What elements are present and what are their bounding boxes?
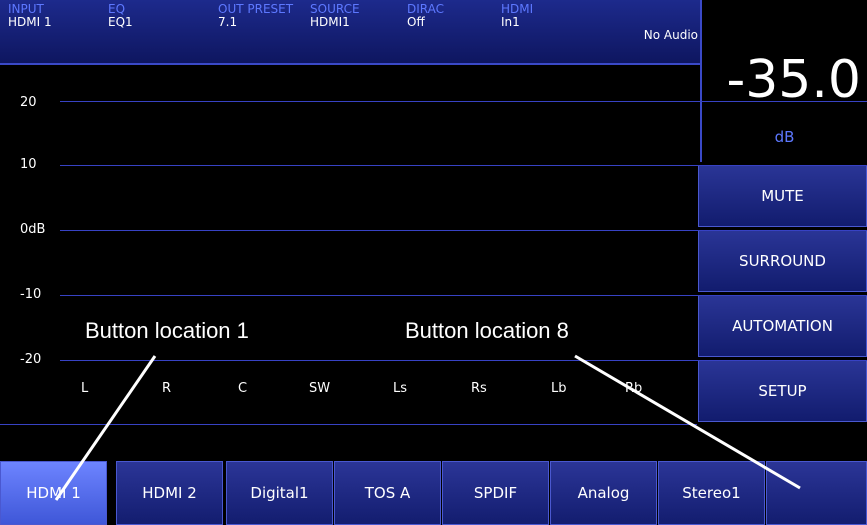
meter-gridline <box>60 165 867 166</box>
status-dirac-value: Off <box>407 15 425 29</box>
meter-scale-10: 10 <box>20 157 37 172</box>
automation-button[interactable]: AUTOMATION <box>698 295 867 357</box>
channel-label-l: L <box>81 381 89 396</box>
meter-gridline <box>60 295 867 296</box>
channel-label-ls: Ls <box>393 381 408 396</box>
status-dirac: DIRAC Off <box>407 3 444 29</box>
setup-button[interactable]: SETUP <box>698 360 867 422</box>
input-tab-stereo1[interactable]: Stereo1 <box>658 461 765 525</box>
volume-unit: dB <box>774 128 795 146</box>
status-input-value: HDMI 1 <box>8 15 52 29</box>
meter-scale-20: 20 <box>20 95 37 110</box>
callout-button-location-1: Button location 1 <box>85 318 249 343</box>
callout-button-location-8: Button location 8 <box>405 318 569 343</box>
status-bar: INPUT HDMI 1 EQ EQ1 OUT PRESET 7.1 SOURC… <box>0 0 706 65</box>
status-eq-value: EQ1 <box>108 15 133 29</box>
channel-label-rs: Rs <box>471 381 487 396</box>
status-hdmi: HDMI In1 <box>501 3 533 29</box>
volume-display: -35.0 dB <box>700 0 867 162</box>
input-tab-empty-8[interactable] <box>766 461 867 525</box>
input-tab-hdmi1[interactable]: HDMI 1 <box>0 461 107 525</box>
status-source-value: HDMI1 <box>310 15 350 29</box>
input-tab-digital1[interactable]: Digital1 <box>226 461 333 525</box>
input-tab-tos-a[interactable]: TOS A <box>334 461 441 525</box>
channel-label-r: R <box>162 381 172 396</box>
input-tab-analog[interactable]: Analog <box>550 461 657 525</box>
meter-gridline <box>60 360 867 361</box>
status-out-value: 7.1 <box>218 15 238 29</box>
mute-button[interactable]: MUTE <box>698 165 867 227</box>
channel-label-rb: Rb <box>625 381 643 396</box>
audio-status: No Audio <box>643 28 698 42</box>
meter-gridline <box>60 230 867 231</box>
meter-scale-minus20: -20 <box>20 352 42 367</box>
volume-value: -35.0 <box>726 50 861 110</box>
meter-bottom-divider <box>0 424 697 425</box>
meter-scale-0db: 0dB <box>20 222 46 237</box>
meter-scale-minus10: -10 <box>20 287 42 302</box>
status-eq: EQ EQ1 <box>108 3 133 29</box>
device-screen: INPUT HDMI 1 EQ EQ1 OUT PRESET 7.1 SOURC… <box>0 0 867 525</box>
meter-gridline <box>60 101 867 102</box>
status-hdmi-value: In1 <box>501 15 520 29</box>
input-tab-hdmi2[interactable]: HDMI 2 <box>116 461 223 525</box>
surround-button[interactable]: SURROUND <box>698 230 867 292</box>
input-tab-spdif[interactable]: SPDIF <box>442 461 549 525</box>
channel-label-lb: Lb <box>551 381 567 396</box>
status-source: SOURCE HDMI1 <box>310 3 360 29</box>
level-meter <box>0 67 697 427</box>
status-input: INPUT HDMI 1 <box>8 3 52 29</box>
status-out-preset: OUT PRESET 7.1 <box>218 3 293 29</box>
channel-label-sw: SW <box>309 381 331 396</box>
channel-label-c: C <box>238 381 248 396</box>
